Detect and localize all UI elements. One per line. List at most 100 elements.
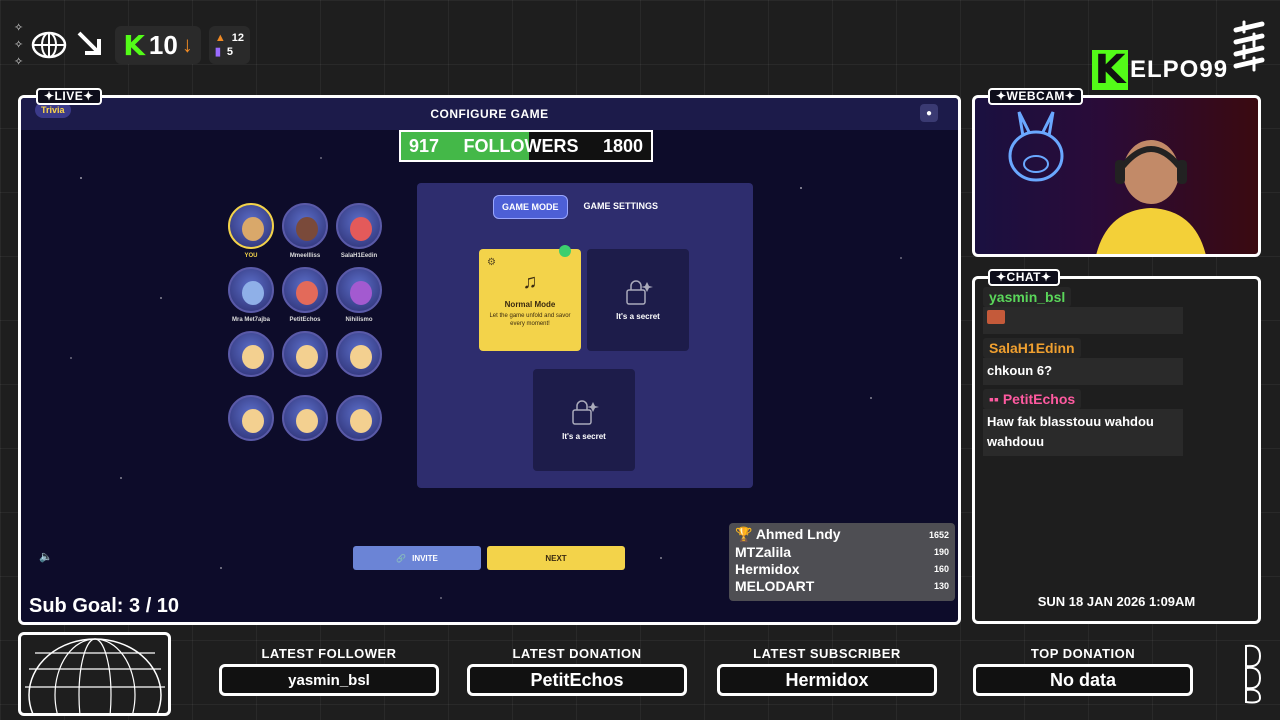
- close-icon: ●: [925, 107, 933, 119]
- normal-mode-card[interactable]: ⚙ ♫ Normal Mode Let the game unfold and …: [479, 245, 581, 351]
- brand-logo: K ELPO99: [1092, 47, 1229, 93]
- avatar-name: SalaH1Eedin: [340, 253, 378, 259]
- leader-name: Ahmed Lndy: [755, 526, 841, 542]
- chat-text: chkoun 6?: [983, 357, 1183, 385]
- avatar-name: YOU: [244, 253, 258, 259]
- latest-donation-label: LATEST DONATION: [512, 646, 642, 661]
- latest-donation-widget: LATEST DONATION PetitEchos: [467, 646, 687, 696]
- player-avatar[interactable]: [335, 331, 383, 391]
- latest-subscriber-widget: LATEST SUBSCRIBER Hermidox: [717, 646, 937, 696]
- corner-logo-icon: [1233, 20, 1265, 72]
- avatar-face: [296, 409, 318, 433]
- player-avatar[interactable]: [227, 395, 275, 455]
- invite-label: INVITE: [412, 553, 438, 563]
- followers-progress: 917 FOLLOWERS 1800: [399, 130, 653, 162]
- sub-goal-label: Sub Goal:: [29, 595, 124, 617]
- followers-goal: 1800: [602, 135, 643, 156]
- brand-name: ELPO99: [1130, 56, 1229, 83]
- brand-letter: K: [1092, 47, 1128, 93]
- sub-goal-value: 3 / 10: [129, 595, 180, 617]
- player-avatar[interactable]: [281, 331, 329, 391]
- game-window: Trivia CONFIGURE GAME ● 917 FOLLOWERS 18…: [18, 95, 961, 625]
- secret-mode-label: It's a secret: [562, 431, 606, 441]
- mini-stats: ▲ 12 ▮ 5: [208, 26, 250, 64]
- leader-score: 190: [933, 546, 949, 557]
- normal-mode-title: Normal Mode: [504, 300, 556, 310]
- sparkle-icon: ✧: [14, 38, 24, 51]
- avatar-face: [350, 281, 372, 305]
- viewer-count: K 10 ↓: [115, 26, 201, 64]
- next-button[interactable]: NEXT: [487, 546, 625, 570]
- player-avatar[interactable]: PetitEchos: [281, 267, 329, 327]
- avatar: [336, 331, 382, 377]
- invite-button[interactable]: 🔗 INVITE: [353, 546, 481, 570]
- latest-donation-value: PetitEchos: [467, 664, 687, 696]
- chat-text: Haw fak blasstouu wahdou wahdouu: [983, 408, 1183, 457]
- player-avatar[interactable]: [335, 395, 383, 455]
- latest-follower-label: LATEST FOLLOWER: [261, 646, 397, 661]
- avatar: [336, 267, 382, 313]
- avatar-face: [350, 217, 372, 241]
- tab-game-mode[interactable]: GAME MODE: [493, 195, 568, 219]
- player-avatar[interactable]: [281, 395, 329, 455]
- avatar: [282, 331, 328, 377]
- player-avatar[interactable]: Nihilismo: [335, 267, 383, 327]
- latest-follower-value: yasmin_bsl: [219, 664, 439, 696]
- avatar-face: [242, 409, 264, 433]
- player-avatar[interactable]: [227, 331, 275, 391]
- arrow-down-right-icon: [77, 31, 102, 55]
- tab-game-settings[interactable]: GAME SETTINGS: [576, 195, 667, 219]
- avatar-name: Mmeellliss: [289, 253, 321, 259]
- player-avatar[interactable]: Mra Met7ajba: [227, 267, 275, 327]
- live-tag: ✦LIVE✦: [36, 88, 102, 105]
- leader-name: MTZalila: [735, 543, 792, 560]
- leaderboard-row: Hermidox 160: [735, 560, 949, 577]
- trophy-icon: 🏆: [735, 526, 753, 542]
- person-icon: ▲: [214, 32, 226, 44]
- page-title: CONFIGURE GAME: [430, 107, 549, 121]
- leaderboard-row: 🏆 Ahmed Lndy 1652: [735, 526, 949, 543]
- music-note-icon: ♫: [522, 271, 538, 294]
- player-avatar[interactable]: YOU: [227, 203, 275, 263]
- avatar: [282, 267, 328, 313]
- leaderboard-row: MELODART 130: [735, 577, 949, 594]
- globe-box: [18, 632, 171, 720]
- avatar-face: [350, 409, 372, 433]
- avatar-face: [296, 281, 318, 305]
- close-button[interactable]: ●: [920, 104, 938, 122]
- bars-icon: ▮: [214, 46, 221, 58]
- leaderboard: 🏆 Ahmed Lndy 1652 MTZalila 190 Hermidox …: [729, 523, 955, 601]
- sparkle-icons: ✧ ✧ ✧: [14, 21, 24, 68]
- stream-stats: ✧ ✧ ✧ K 10 ↓ ▲ 12 ▮ 5: [14, 22, 250, 68]
- avatar: [336, 395, 382, 441]
- player-avatar[interactable]: SalaH1Eedin: [335, 203, 383, 263]
- secret-mode-label: It's a secret: [616, 311, 660, 321]
- stat-1: 12: [231, 32, 244, 44]
- chat-username: PetitEchos: [1002, 390, 1076, 407]
- latest-subscriber-value: Hermidox: [717, 664, 937, 696]
- secret-mode-card[interactable]: It's a secret: [533, 369, 635, 471]
- top-donation-label: TOP DONATION: [1030, 646, 1136, 661]
- chat-panel: yasmin_bsl SalaH1Edinn chkoun 6? ▪▪ Peti…: [972, 276, 1261, 624]
- webcam-tag: ✦WEBCAM✦: [988, 88, 1084, 105]
- wireframe-globe-icon: [25, 638, 165, 720]
- normal-mode-desc: Let the game unfold and savor every mome…: [489, 313, 571, 327]
- webcam-frame: [972, 95, 1261, 257]
- down-arrow-icon: ↓: [181, 32, 193, 57]
- viewer-number: 10: [148, 29, 178, 60]
- chat-username: yasmin_bsl: [983, 287, 1072, 307]
- gear-icon[interactable]: ⚙: [487, 257, 496, 268]
- secret-mode-card[interactable]: It's a secret: [587, 249, 689, 351]
- leader-score: 130: [933, 580, 949, 591]
- speaker-icon[interactable]: 🔈: [39, 550, 53, 563]
- chat-list: yasmin_bsl SalaH1Edinn chkoun 6? ▪▪ Peti…: [983, 287, 1183, 460]
- leader-score: 160: [933, 563, 949, 574]
- player-avatar[interactable]: Mmeellliss: [281, 203, 329, 263]
- player-grid: YOU Mmeellliss SalaH1Eedin Mra Met7ajba Peti…: [227, 203, 387, 455]
- sparkle-icon: ✧: [14, 21, 24, 34]
- avatar: [282, 395, 328, 441]
- chat-username: SalaH1Edinn: [983, 337, 1081, 358]
- kick-logo-icon: K: [123, 28, 145, 62]
- top-donation-widget: TOP DONATION No data: [973, 646, 1193, 696]
- chat-date: SUN 18 JAN 2026 1:09AM: [1037, 594, 1196, 609]
